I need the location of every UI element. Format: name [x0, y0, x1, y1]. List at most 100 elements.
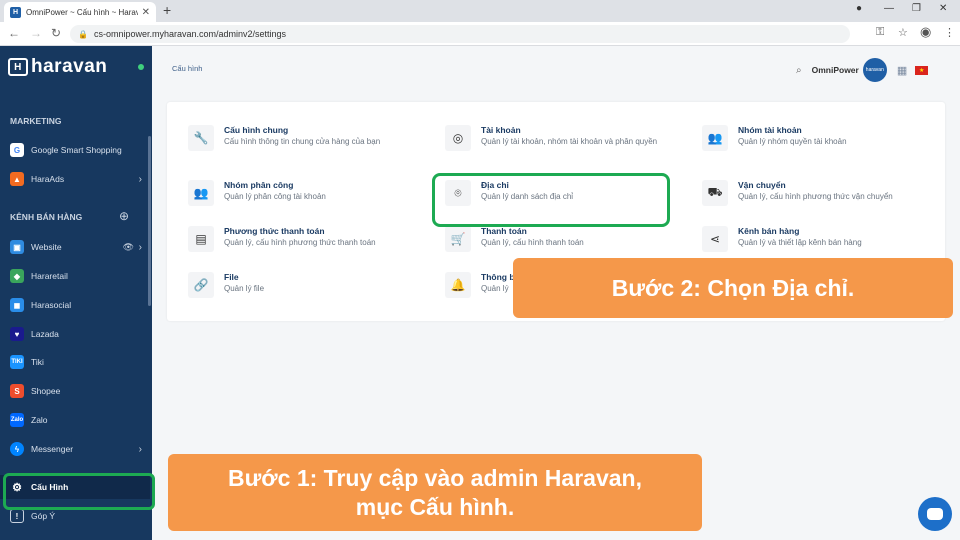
apps-grid-icon[interactable]: ▦ [897, 64, 907, 77]
setting-title: Vận chuyển [738, 180, 786, 190]
sidebar: H haravan MARKETING G Google Smart Shopp… [0, 46, 152, 540]
setting-desc: Quản lý, cấu hình phương thức vận chuyển [738, 192, 893, 201]
sidebar-item-shopee[interactable]: S Shopee [0, 379, 150, 403]
close-tab-icon[interactable]: ✕ [142, 7, 150, 18]
back-icon[interactable]: ← [8, 26, 20, 40]
section-channels: KÊNH BÁN HÀNG [10, 212, 83, 222]
setting-file[interactable]: 🔗 File Quản lý file [188, 272, 428, 312]
setting-van-chuyen[interactable]: ⛟ Vận chuyển Quản lý, cấu hình phương th… [702, 180, 942, 220]
url-text: cs-omnipower.myharavan.com/adminv2/setti… [93, 29, 287, 39]
account-circle-icon[interactable]: ◉ [920, 24, 931, 40]
online-status-icon [138, 64, 144, 70]
close-window-icon[interactable]: ✕ [939, 3, 947, 14]
haravan-logo[interactable]: H haravan [8, 56, 107, 78]
team-icon: 👥 [188, 180, 214, 206]
setting-phuong-thuc-thanh-toan[interactable]: ▤ Phương thức thanh toán Quản lý, cấu hì… [188, 226, 428, 266]
minimize-icon[interactable]: — [884, 3, 894, 14]
profile-dot-icon[interactable]: ● [856, 3, 862, 14]
sidebar-item-label: Shopee [31, 386, 61, 396]
messenger-icon: ϟ [10, 442, 24, 456]
share-icon: ⋖ [702, 226, 728, 252]
add-channel-icon[interactable]: ⊕ [119, 209, 129, 223]
sidebar-item-messenger[interactable]: ϟ Messenger › [0, 437, 150, 461]
reload-icon[interactable]: ↻ [51, 26, 61, 40]
callout-step-2: Bước 2: Chọn Địa chỉ. [513, 258, 953, 318]
haraads-icon: ▲ [10, 172, 24, 186]
callout-step-1-line-1: Bước 1: Truy cập vào admin Haravan, [228, 464, 642, 491]
highlight-cau-hinh [3, 473, 155, 510]
sidebar-item-label: HaraAds [31, 174, 65, 184]
wrench-icon: 🔧 [188, 125, 214, 151]
setting-title: Thông b [481, 272, 515, 282]
header-actions: ⌕ OmniPower haravan ▦ ★ [796, 58, 929, 82]
tab-title: OmniPower ~ Cấu hình ~ Harav [26, 7, 138, 17]
setting-desc: Quản lý tài khoản, nhóm tài khoản và phâ… [481, 137, 658, 146]
tiki-icon: TIKI [10, 355, 24, 369]
setting-title: Thanh toán [481, 226, 527, 236]
zalo-icon: Zalo [10, 413, 24, 427]
avatar[interactable]: haravan [862, 58, 887, 82]
feedback-icon: ! [10, 509, 24, 523]
highlight-dia-chi [432, 173, 670, 227]
bell-icon: 🔔 [445, 272, 471, 298]
sidebar-item-label: Google Smart Shopping [31, 145, 122, 155]
setting-title: Kênh bán hàng [738, 226, 800, 236]
chat-bubble-icon [927, 508, 943, 520]
setting-nhom-tai-khoan[interactable]: 👥 Nhóm tài khoản Quản lý nhóm quyền tài … [702, 125, 942, 165]
sidebar-item-label: Tiki [31, 357, 44, 367]
search-icon[interactable]: ⌕ [796, 65, 802, 76]
website-icon: ▣ [10, 240, 24, 254]
sidebar-item-hararetail[interactable]: ◆ Hararetail [0, 264, 150, 288]
setting-cau-hinh-chung[interactable]: 🔧 Cấu hình chung Cấu hình thông tin chun… [188, 125, 428, 165]
haravan-favicon-icon: H [10, 6, 21, 18]
setting-title: Cấu hình chung [224, 125, 289, 135]
key-icon[interactable]: ⚿ [876, 26, 884, 39]
setting-title: Phương thức thanh toán [224, 226, 325, 236]
sidebar-item-label: Harasocial [31, 300, 72, 310]
sidebar-item-haraads[interactable]: ▲ HaraAds › [0, 167, 150, 191]
setting-title: Nhóm tài khoản [738, 125, 802, 135]
setting-nhom-phan-cong[interactable]: 👥 Nhóm phân công Quản lý phân công tài k… [188, 180, 428, 220]
setting-desc: Cấu hình thông tin chung cửa hàng của bạ… [224, 137, 381, 146]
harasocial-icon: ◼ [10, 298, 24, 312]
cart-icon: 🛒 [445, 226, 471, 252]
chat-button[interactable] [918, 497, 952, 531]
chevron-right-icon: › [138, 241, 142, 253]
sidebar-item-lazada[interactable]: ♥ Lazada [0, 322, 150, 346]
new-tab-icon[interactable]: + [163, 2, 171, 18]
sidebar-item-label: Lazada [31, 329, 59, 339]
eye-icon[interactable]: 👁 [123, 242, 134, 253]
star-icon[interactable]: ☆ [898, 26, 908, 39]
setting-desc: Quản lý phân công tài khoản [224, 192, 326, 201]
sidebar-item-tiki[interactable]: TIKI Tiki [0, 350, 150, 374]
maximize-icon[interactable]: ❐ [912, 3, 921, 14]
setting-tai-khoan[interactable]: ◎ Tài khoản Quản lý tài khoản, nhóm tài … [445, 125, 685, 165]
lazada-icon: ♥ [10, 327, 24, 341]
sidebar-item-zalo[interactable]: Zalo Zalo [0, 408, 150, 432]
store-name[interactable]: OmniPower [812, 65, 859, 75]
sidebar-item-label: Website [31, 242, 62, 252]
setting-title: Nhóm phân công [224, 180, 294, 190]
url-input[interactable]: 🔒 cs-omnipower.myharavan.com/adminv2/set… [70, 25, 850, 43]
menu-dots-icon[interactable]: ⋮ [944, 26, 955, 39]
breadcrumb[interactable]: Cấu hình [172, 64, 202, 73]
chevron-right-icon: › [138, 443, 142, 455]
address-bar-row: ← → ↻ 🔒 cs-omnipower.myharavan.com/admin… [0, 22, 960, 46]
callout-step-1-line-2: mục Cấu hình. [355, 493, 515, 520]
sidebar-item-label: Messenger [31, 444, 74, 454]
sidebar-item-harasocial[interactable]: ◼ Harasocial [0, 293, 150, 317]
setting-title: Tài khoản [481, 125, 521, 135]
chevron-right-icon: › [138, 173, 142, 185]
sidebar-item-website[interactable]: ▣ Website 👁 › [0, 235, 150, 259]
browser-tab[interactable]: H OmniPower ~ Cấu hình ~ Harav ✕ [4, 2, 156, 22]
setting-desc: Quản lý, cấu hình thanh toán [481, 238, 584, 247]
forward-icon[interactable]: → [30, 26, 42, 40]
shopee-icon: S [10, 384, 24, 398]
setting-desc: Quản lý và thiết lập kênh bán hàng [738, 238, 862, 247]
setting-desc: Quản lý nhóm quyền tài khoản [738, 137, 847, 146]
vietnam-flag-icon[interactable]: ★ [915, 65, 929, 75]
google-icon: G [10, 143, 24, 157]
sidebar-item-google-smart-shopping[interactable]: G Google Smart Shopping [0, 138, 150, 162]
setting-desc: Quản lý file [224, 284, 265, 293]
lock-icon: 🔒 [78, 29, 88, 39]
